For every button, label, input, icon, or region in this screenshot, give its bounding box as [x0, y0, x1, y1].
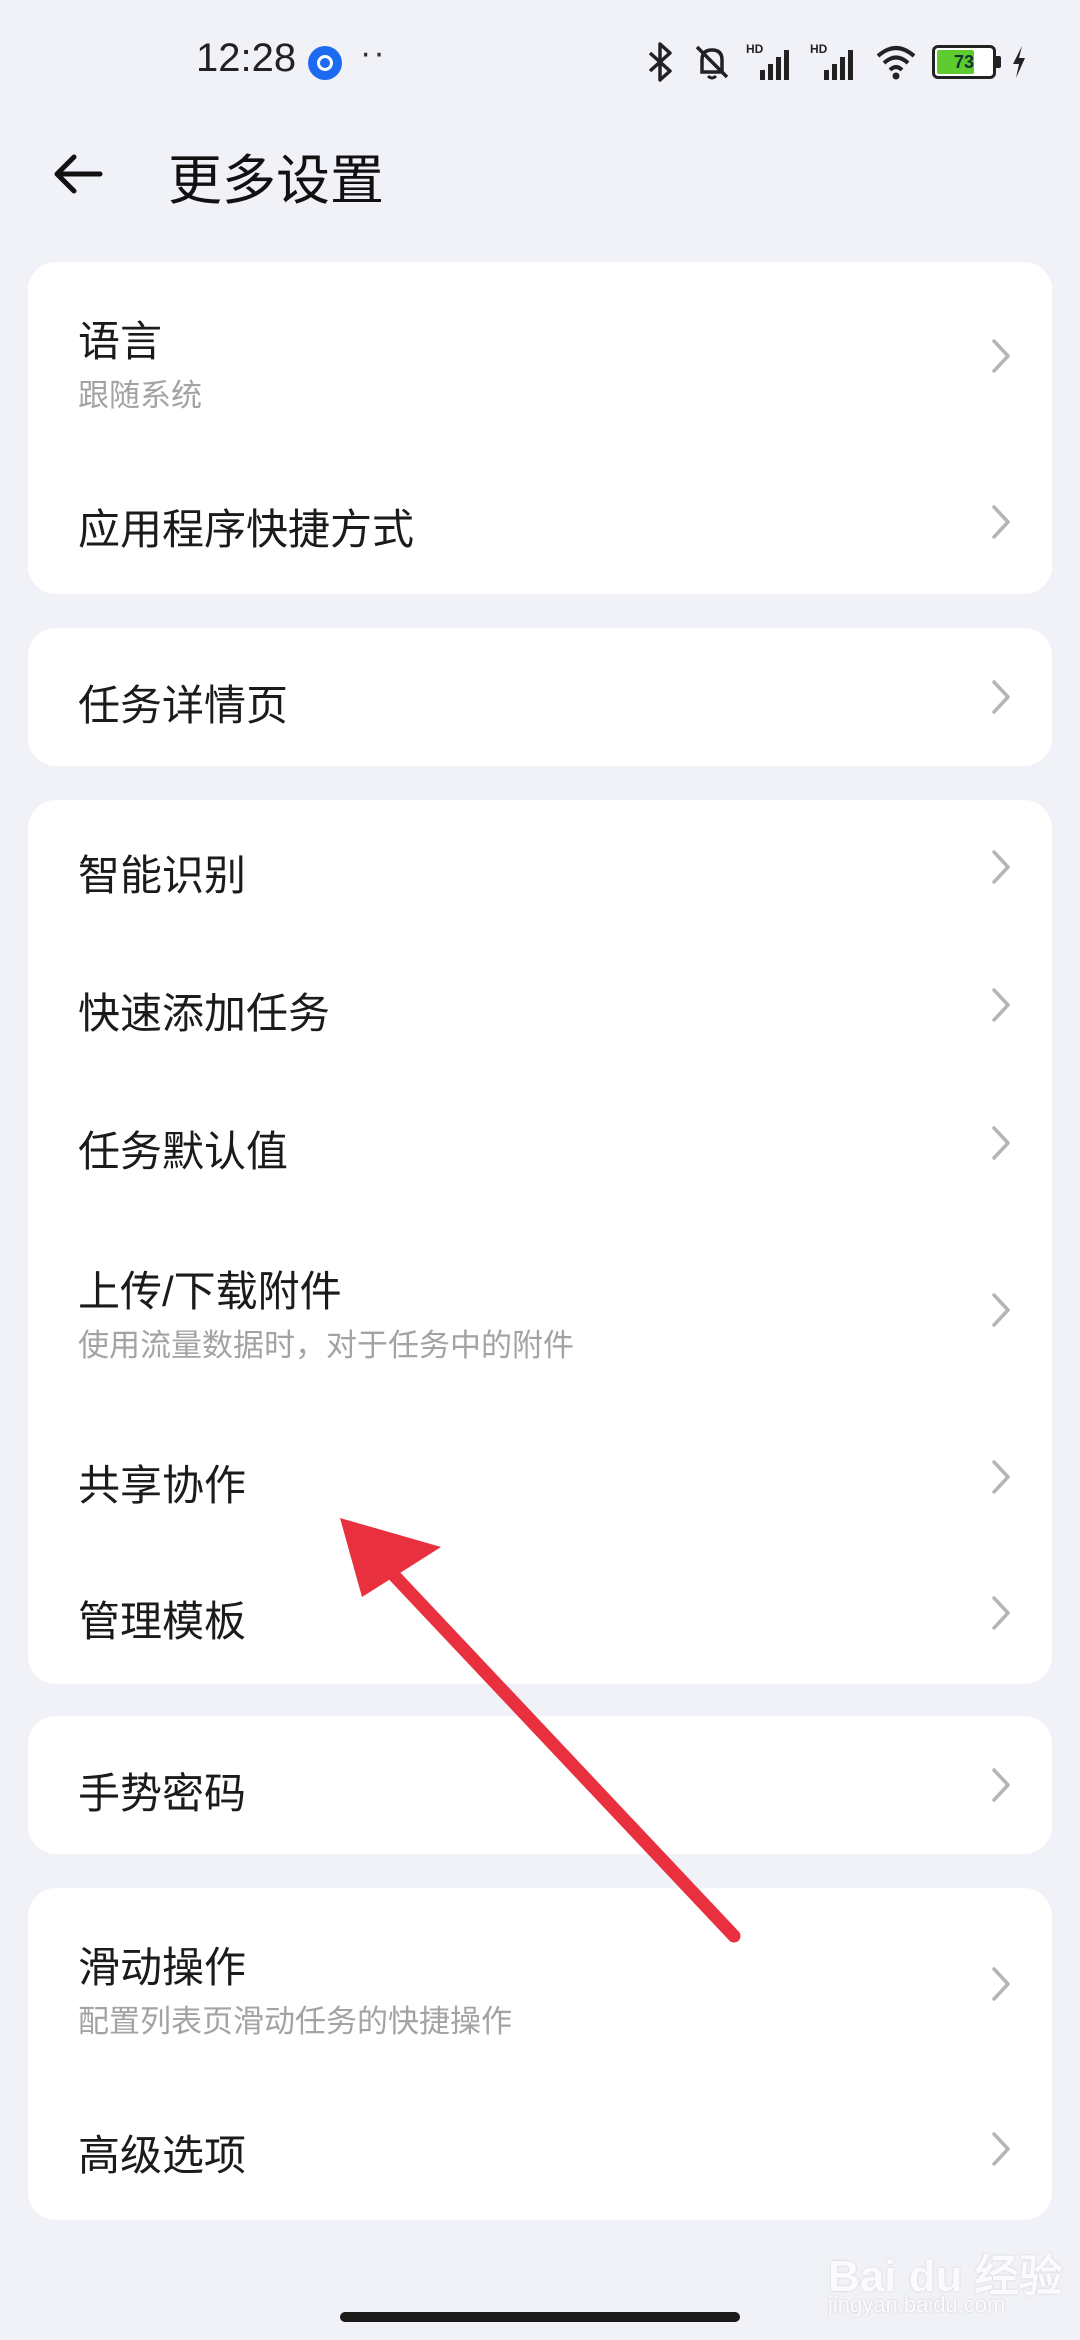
settings-row-sharing-collaboration[interactable]: 共享协作 [28, 1410, 1052, 1546]
chevron-right-icon [992, 1768, 1010, 1802]
status-time: 12:28 [196, 36, 297, 80]
settings-row-quick-add-task[interactable]: 快速添加任务 [28, 938, 1052, 1076]
hd-signal-icon: HD [810, 42, 853, 80]
row-title: 应用程序快捷方式 [78, 506, 415, 553]
mute-bell-icon [695, 45, 729, 80]
chevron-right-icon [992, 1293, 1010, 1327]
chevron-right-icon [992, 988, 1010, 1022]
settings-card-advanced: 滑动操作 配置列表页滑动任务的快捷操作 高级选项 [28, 1888, 1052, 2220]
settings-row-task-defaults[interactable]: 任务默认值 [28, 1076, 1052, 1214]
chevron-right-icon [992, 1126, 1010, 1160]
home-indicator[interactable] [340, 2312, 740, 2322]
hd-signal-icon: HD [746, 42, 789, 80]
row-subtitle: 配置列表页滑动任务的快捷操作 [78, 2004, 512, 2039]
row-title: 高级选项 [78, 2132, 247, 2179]
row-title: 滑动操作 [78, 1944, 247, 1991]
chevron-right-icon [992, 1460, 1010, 1494]
settings-row-language[interactable]: 语言 跟随系统 [28, 262, 1052, 450]
settings-card-tasks: 智能识别 快速添加任务 任务默认值 上传/下载附件 使用流量数据时，对于任务中的… [28, 800, 1052, 1684]
settings-card-gesture: 手势密码 [28, 1716, 1052, 1854]
settings-card-task-detail: 任务详情页 [28, 628, 1052, 766]
row-title: 快速添加任务 [78, 990, 331, 1037]
wifi-icon [876, 46, 916, 80]
settings-row-smart-recognition[interactable]: 智能识别 [28, 800, 1052, 938]
settings-row-swipe-actions[interactable]: 滑动操作 配置列表页滑动任务的快捷操作 [28, 1888, 1052, 2078]
settings-row-upload-download-attachments[interactable]: 上传/下载附件 使用流量数据时，对于任务中的附件 [28, 1214, 1052, 1410]
row-title: 任务详情页 [78, 682, 289, 729]
watermark-url: jingyan.baidu.com [828, 2292, 1006, 2317]
row-subtitle: 跟随系统 [78, 378, 202, 413]
settings-row-advanced-options[interactable]: 高级选项 [28, 2078, 1052, 2220]
settings-row-gesture-password[interactable]: 手势密码 [28, 1716, 1052, 1854]
row-title: 管理模板 [78, 1598, 247, 1645]
svg-text:HD: HD [810, 42, 828, 56]
row-title: 智能识别 [78, 852, 247, 899]
row-title: 手势密码 [78, 1770, 247, 1817]
bluetooth-icon [648, 42, 672, 82]
charging-icon [1013, 46, 1025, 78]
app-notification-icon [308, 46, 342, 80]
battery-cap [996, 56, 1001, 68]
chevron-right-icon [992, 2132, 1010, 2166]
more-notifications-icon: ·· [360, 34, 387, 72]
chevron-right-icon [992, 680, 1010, 714]
row-title: 任务默认值 [78, 1128, 289, 1175]
row-subtitle: 使用流量数据时，对于任务中的附件 [78, 1328, 574, 1363]
status-icons: HD HD 73 [644, 38, 1028, 86]
chevron-right-icon [992, 505, 1010, 539]
svg-text:HD: HD [746, 42, 764, 56]
battery-icon: 73 [932, 45, 1001, 79]
row-title: 上传/下载附件 [78, 1268, 342, 1315]
status-bar: 12:28 ·· HD HD 73 [0, 0, 1080, 120]
row-title: 语言 [78, 318, 163, 365]
settings-row-task-detail[interactable]: 任务详情页 [28, 628, 1052, 766]
settings-card-general: 语言 跟随系统 应用程序快捷方式 [28, 262, 1052, 594]
chevron-right-icon [992, 1967, 1010, 2001]
settings-row-app-shortcuts[interactable]: 应用程序快捷方式 [28, 450, 1052, 594]
row-title: 共享协作 [78, 1462, 247, 1509]
back-arrow-icon [54, 154, 103, 194]
chevron-right-icon [992, 339, 1010, 373]
page-title: 更多设置 [168, 151, 384, 211]
back-button[interactable] [44, 140, 112, 208]
chevron-right-icon [992, 1596, 1010, 1630]
settings-row-manage-templates[interactable]: 管理模板 [28, 1546, 1052, 1684]
chevron-right-icon [992, 850, 1010, 884]
battery-level: 73 [953, 52, 975, 72]
